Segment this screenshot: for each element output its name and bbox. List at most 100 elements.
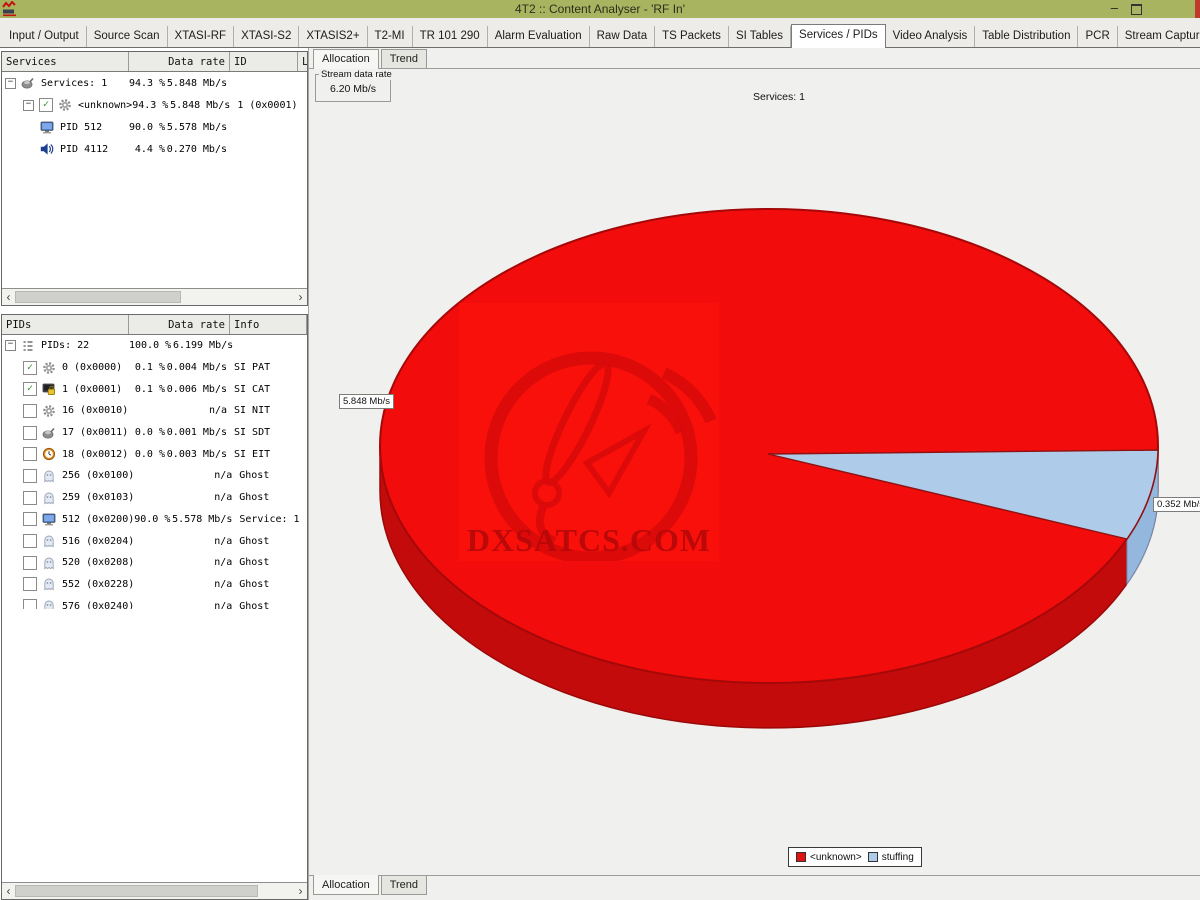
row-info: Ghost: [232, 492, 269, 503]
table-row[interactable]: 516 (0x0204)n/aGhost: [2, 530, 307, 552]
checkbox[interactable]: ✓: [23, 361, 37, 375]
tab-allocation[interactable]: Allocation: [313, 49, 379, 69]
checkbox[interactable]: [23, 404, 37, 418]
table-row[interactable]: PID 51290.0 %5.578 Mb/s: [2, 116, 307, 138]
row-rate: n/a: [170, 601, 232, 609]
tab-xtasis2[interactable]: XTASIS2+: [299, 26, 367, 47]
table-row[interactable]: 512 (0x0200)90.0 %5.578 Mb/sService: 1 (…: [2, 509, 307, 531]
services-panel: ServicesData rateIDLC −Services: 194.3 %…: [1, 51, 308, 306]
ghost-icon: [42, 534, 57, 548]
table-row[interactable]: 520 (0x0208)n/aGhost: [2, 552, 307, 574]
column-header-lc[interactable]: LC: [298, 52, 307, 71]
table-row[interactable]: 259 (0x0103) n/aGhost: [2, 487, 307, 509]
allocation-chart-area: DXSATCS.COM Stream data rate 6.20 Mb/s S…: [309, 68, 1200, 876]
column-header-services[interactable]: Services: [2, 52, 129, 71]
row-percent: 0.0 %: [129, 427, 165, 438]
scroll-right-icon[interactable]: ›: [294, 884, 307, 898]
scrollbar-thumb[interactable]: [15, 291, 181, 303]
column-header-pids[interactable]: PIDs: [2, 315, 129, 334]
watermark: DXSATCS.COM: [459, 303, 719, 561]
row-rate: n/a: [170, 492, 232, 503]
table-row[interactable]: 16 (0x0010)n/aSI NIT: [2, 400, 307, 422]
tab-tr-101-290[interactable]: TR 101 290: [413, 26, 488, 47]
scroll-left-icon[interactable]: ‹: [2, 290, 15, 304]
checkbox[interactable]: [23, 447, 37, 461]
column-header-id[interactable]: ID: [230, 52, 298, 71]
checkbox[interactable]: ✓: [23, 382, 37, 396]
row-label-area: PID 512: [2, 120, 129, 134]
row-label-area: −✓<unknown>: [2, 98, 132, 112]
checkbox[interactable]: [23, 577, 37, 591]
checkbox[interactable]: [23, 512, 37, 526]
restore-icon[interactable]: [1131, 4, 1142, 15]
row-label: 520 (0x0208): [62, 557, 134, 568]
services-hscrollbar[interactable]: ‹ ›: [2, 288, 307, 305]
tab-allocation[interactable]: Allocation: [313, 875, 379, 895]
table-row[interactable]: −✓<unknown>94.3 %5.848 Mb/s1 (0x0001): [2, 94, 307, 116]
pids-tree: − PIDs: 22 100.0 %6.199 Mb/s ✓0 (0x0000)0.1…: [2, 335, 307, 609]
row-label: 1 (0x0001): [62, 384, 122, 395]
table-row[interactable]: 552 (0x0228)n/aGhost: [2, 574, 307, 596]
tab-video-analysis[interactable]: Video Analysis: [886, 26, 976, 47]
row-rate: n/a: [170, 557, 232, 568]
pie-chart: [309, 69, 1200, 876]
monitor-lock-icon: [42, 382, 57, 396]
row-label: PIDs: 22: [41, 340, 89, 351]
collapse-icon[interactable]: −: [5, 340, 16, 351]
monitor-icon: [40, 120, 55, 134]
close-button[interactable]: [1195, 0, 1200, 18]
tab-si-tables[interactable]: SI Tables: [729, 26, 791, 47]
row-label: 576 (0x0240): [62, 601, 134, 609]
clock-icon: [42, 447, 57, 461]
collapse-icon[interactable]: −: [5, 78, 16, 89]
table-row[interactable]: ✓0 (0x0000)0.1 %0.004 Mb/sSI PAT: [2, 357, 307, 379]
checkbox[interactable]: [23, 469, 37, 483]
row-label: 516 (0x0204): [62, 536, 134, 547]
tab-trend[interactable]: Trend: [381, 49, 427, 68]
tab-ts-packets[interactable]: TS Packets: [655, 26, 729, 47]
checkbox[interactable]: [23, 491, 37, 505]
row-label-area: ✓0 (0x0000): [2, 361, 129, 375]
table-row[interactable]: −Services: 194.3 %5.848 Mb/s: [2, 72, 307, 94]
tab-xtasi-s2[interactable]: XTASI-S2: [234, 26, 299, 47]
tab-xtasi-rf[interactable]: XTASI-RF: [168, 26, 235, 47]
tab-alarm-evaluation[interactable]: Alarm Evaluation: [488, 26, 590, 47]
table-row[interactable]: 256 (0x0100)n/aGhost: [2, 465, 307, 487]
checkbox[interactable]: [23, 599, 37, 608]
tab-stream-capture[interactable]: Stream Capture: [1118, 26, 1200, 47]
scroll-right-icon[interactable]: ›: [294, 290, 307, 304]
title-bar: 4T2 :: Content Analyser - 'RF In' –: [0, 0, 1200, 18]
tab-table-distribution[interactable]: Table Distribution: [975, 26, 1078, 47]
gear-icon: [42, 361, 57, 375]
minimize-button[interactable]: –: [1111, 0, 1118, 16]
scrollbar-thumb[interactable]: [15, 885, 258, 897]
row-percent: 100.0 %: [129, 340, 171, 351]
tab-input-output[interactable]: Input / Output: [2, 26, 87, 47]
table-row[interactable]: 17 (0x0011)0.0 %0.001 Mb/sSI SDT: [2, 422, 307, 444]
table-row[interactable]: 18 (0x0012)0.0 %0.003 Mb/sSI EIT: [2, 443, 307, 465]
tab-services-pids[interactable]: Services / PIDs: [791, 24, 886, 48]
checkbox[interactable]: [23, 426, 37, 440]
row-label: 259 (0x0103): [62, 492, 134, 503]
collapse-icon[interactable]: −: [23, 100, 34, 111]
column-header-data-rate[interactable]: Data rate: [129, 52, 230, 71]
column-header-data-rate[interactable]: Data rate: [129, 315, 230, 334]
table-row[interactable]: − PIDs: 22 100.0 %6.199 Mb/s: [2, 335, 307, 357]
checkbox[interactable]: ✓: [39, 98, 53, 112]
pids-hscrollbar[interactable]: ‹ ›: [2, 882, 307, 899]
table-row[interactable]: 576 (0x0240)n/aGhost: [2, 595, 307, 608]
row-rate: 6.199 Mb/s: [171, 340, 233, 351]
table-row[interactable]: ✓1 (0x0001)0.1 %0.006 Mb/sSI CAT: [2, 378, 307, 400]
tab-pcr[interactable]: PCR: [1078, 26, 1117, 47]
row-label-area: ✓ 1 (0x0001): [2, 382, 129, 396]
tab-trend[interactable]: Trend: [381, 876, 427, 895]
legend-item: stuffing: [868, 852, 914, 863]
checkbox[interactable]: [23, 534, 37, 548]
table-row[interactable]: PID 41124.4 %0.270 Mb/s: [2, 138, 307, 160]
scroll-left-icon[interactable]: ‹: [2, 884, 15, 898]
tab-raw-data[interactable]: Raw Data: [590, 26, 656, 47]
tab-source-scan[interactable]: Source Scan: [87, 26, 168, 47]
checkbox[interactable]: [23, 556, 37, 570]
column-header-info[interactable]: Info: [230, 315, 307, 334]
tab-t2-mi[interactable]: T2-MI: [368, 26, 413, 47]
